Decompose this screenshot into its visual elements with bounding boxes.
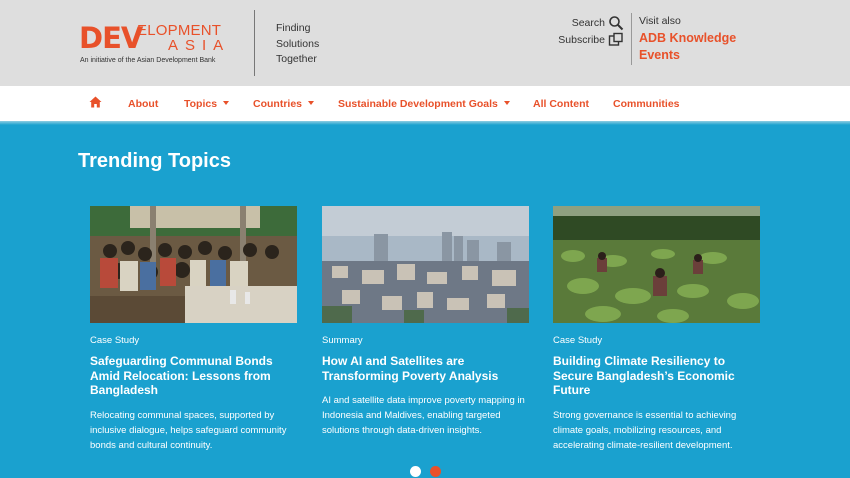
header-divider [254,10,255,76]
carousel-dot-2[interactable] [430,466,441,477]
search-icon [608,15,624,31]
nav-item-label: Countries [253,97,303,110]
adb-link-line: ADB Knowledge [639,31,737,45]
subscribe-label: Subscribe [558,33,605,46]
trending-card[interactable]: Summary How AI and Satellites are Transf… [322,206,529,438]
utility-links: Search Subscribe [540,14,624,48]
tagline-line: Together [276,53,317,65]
tagline-line: Finding [276,22,311,34]
nav-shadow [0,121,850,125]
nav-item-label: About [128,97,159,110]
card-description: Strong governance is essential to achiev… [553,409,737,451]
home-icon [89,96,102,111]
nav-item-all-content[interactable]: All Content [533,86,589,121]
section-title: Trending Topics [78,150,231,172]
adb-knowledge-events-link[interactable]: ADB Knowledge Events [639,30,736,64]
logo-elopment-text: ELOPMENT [137,22,222,39]
nav-item-label: Sustainable Development Goals [338,97,498,110]
card-title[interactable]: How AI and Satellites are Transforming P… [322,354,529,383]
subscribe-link[interactable]: Subscribe [540,31,624,48]
carousel-pagination [410,466,441,477]
trending-card[interactable]: Case Study Safeguarding Communal Bonds A… [90,206,297,453]
card-description: Relocating communal spaces, supported by… [90,409,287,451]
tagline-line: Solutions [276,37,320,50]
chevron-down-icon [308,100,315,105]
subscribe-icon [608,32,624,48]
nav-item-countries[interactable]: Countries [253,86,315,121]
search-link[interactable]: Search [540,14,624,31]
card-type: Case Study [90,335,140,346]
development-asia-logo[interactable]: DEV ELOPMENT ASIA An initiative of the A… [79,22,239,68]
card-type: Case Study [553,335,603,346]
home-link[interactable] [89,86,102,121]
card-image-city-skyline[interactable] [322,206,529,323]
nav-item-communities[interactable]: Communities [613,86,680,121]
adb-link-line: Events [639,48,680,62]
logo-dev-text: DEV [79,21,143,55]
visit-also-label: Visit also [639,15,681,27]
card-title[interactable]: Safeguarding Communal Bonds Amid Relocat… [90,354,297,398]
logo-asia-text: ASIA [168,37,231,54]
logo-subtitle: An initiative of the Asian Development B… [80,57,216,64]
card-type: Summary [322,335,363,346]
main-nav: About Topics Countries Sustainable Devel… [0,86,850,121]
nav-item-topics[interactable]: Topics [184,86,230,121]
tagline: Finding Solutions Together [276,21,319,68]
trending-card[interactable]: Case Study Building Climate Resiliency t… [553,206,760,453]
nav-item-sdgs[interactable]: Sustainable Development Goals [338,86,510,121]
utility-divider [631,13,632,65]
nav-item-label: All Content [533,97,589,110]
chevron-down-icon [503,100,510,105]
card-description: AI and satellite data improve poverty ma… [322,395,525,436]
card-image-community-meeting[interactable] [90,206,297,323]
site-header: DEV ELOPMENT ASIA An initiative of the A… [0,0,850,86]
card-title[interactable]: Building Climate Resiliency to Secure Ba… [553,354,760,398]
nav-item-label: Communities [613,97,680,110]
chevron-down-icon [223,100,230,105]
nav-item-label: Topics [184,97,218,110]
nav-item-about[interactable]: About [128,86,158,121]
search-label: Search [571,16,605,29]
carousel-dot-1[interactable] [410,466,421,477]
card-image-farm-field[interactable] [553,206,760,323]
